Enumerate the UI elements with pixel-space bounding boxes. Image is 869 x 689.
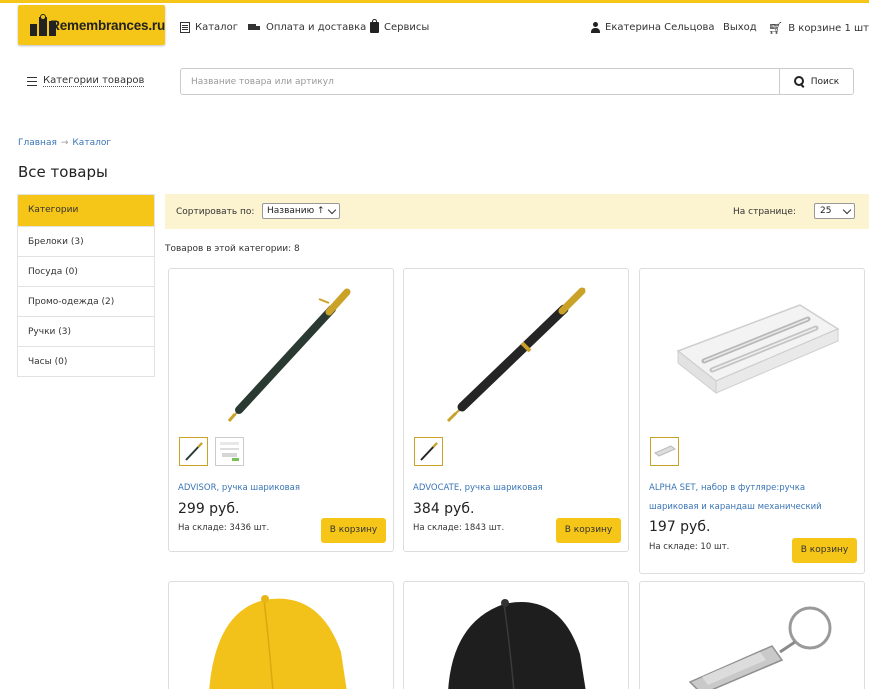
thumbnail[interactable] [650, 437, 679, 466]
search-input[interactable] [181, 69, 779, 94]
product-stock: На складе: 1843 шт. [413, 523, 505, 533]
truck-icon [248, 23, 261, 32]
search-bar: Поиск [180, 68, 854, 95]
bag-icon [370, 19, 379, 33]
add-to-cart-button[interactable]: В корзину [792, 538, 857, 563]
breadcrumb-current[interactable]: Каталог [72, 138, 111, 148]
product-image[interactable] [169, 269, 395, 429]
search-button-label: Поиск [810, 76, 840, 87]
thumbnail[interactable] [215, 437, 244, 466]
product-price: 299 руб. [178, 501, 240, 517]
nav-delivery-label: Оплата и доставка [266, 22, 367, 33]
product-card [403, 581, 629, 689]
product-stock: На складе: 3436 шт. [178, 523, 270, 533]
sort-bar: Сортировать по: Названию ↑ На странице: … [165, 194, 869, 229]
logo-text: Remembrances.ru [50, 17, 165, 33]
thumbnail[interactable] [414, 437, 443, 466]
product-card [639, 581, 865, 689]
product-card: ADVOCATE, ручка шариковая 384 руб. На ск… [403, 268, 629, 552]
per-page-label: На странице: [733, 207, 796, 217]
product-name-link[interactable]: ALPHA SET, набор в футляре:ручка шариков… [649, 479, 822, 517]
sidebar-item-pens[interactable]: Ручки (3) [18, 316, 154, 346]
nav-catalog-label: Каталог [195, 22, 238, 33]
logout-label: Выход [723, 22, 757, 33]
thumbnail-strip [179, 437, 251, 466]
top-accent-line [0, 0, 869, 3]
cart-icon: 🛒︎ [768, 21, 784, 35]
user-name: Екатерина Сельцова [605, 22, 715, 33]
site-logo[interactable]: Remembrances.ru [18, 5, 165, 45]
thumbnail-strip [414, 437, 450, 466]
chevron-down-icon [842, 205, 852, 215]
list-icon [27, 76, 37, 86]
nav-user[interactable]: Екатерина Сельцова [591, 22, 715, 33]
nav-catalog[interactable]: Каталог [180, 22, 238, 33]
nav-services[interactable]: Сервисы [370, 19, 430, 33]
product-price: 197 руб. [649, 519, 711, 535]
chevron-down-icon [327, 205, 337, 215]
categories-toggle-label: Категории товаров [43, 75, 145, 87]
product-image[interactable] [404, 269, 630, 429]
breadcrumb-separator: → [60, 138, 69, 148]
category-count: Товаров в этой категории: 8 [165, 244, 300, 254]
nav-delivery[interactable]: Оплата и доставка [248, 22, 366, 33]
sidebar-item-watches[interactable]: Часы (0) [18, 346, 154, 376]
product-name-line: ALPHA SET, набор в футляре:ручка [649, 483, 806, 493]
add-to-cart-button[interactable]: В корзину [321, 518, 386, 543]
product-stock: На складе: 10 шт. [649, 542, 730, 552]
product-image[interactable] [404, 582, 630, 689]
product-price: 384 руб. [413, 501, 475, 517]
product-name-line: шариковая и карандаш механический [649, 502, 822, 512]
nav-services-label: Сервисы [384, 22, 430, 33]
catalog-icon [180, 22, 190, 33]
breadcrumb-home[interactable]: Главная [18, 138, 57, 148]
product-image[interactable] [640, 269, 866, 429]
add-to-cart-button[interactable]: В корзину [556, 518, 621, 543]
sort-selected-value: Названию ↑ [267, 206, 325, 216]
sort-select[interactable]: Названию ↑ [262, 203, 340, 219]
product-image[interactable] [640, 582, 866, 689]
categories-toggle[interactable]: Категории товаров [27, 75, 145, 87]
page-title: Все товары [18, 163, 108, 181]
product-image[interactable] [169, 582, 395, 689]
search-button[interactable]: Поиск [779, 69, 853, 94]
sidebar-header[interactable]: Категории [18, 195, 154, 226]
breadcrumb: Главная → Каталог [18, 138, 111, 148]
sidebar-item-promo-clothing[interactable]: Промо-одежда (2) [18, 286, 154, 316]
product-card [168, 581, 394, 689]
sidebar-item-keychains[interactable]: Брелоки (3) [18, 226, 154, 256]
cart-link[interactable]: 🛒︎ В корзине 1 шт. [768, 22, 869, 34]
category-sidebar: Категории Брелоки (3) Посуда (0) Промо-о… [17, 194, 155, 377]
product-name-link[interactable]: ADVISOR, ручка шариковая [178, 479, 300, 498]
logo-icon [30, 14, 56, 36]
per-page-select[interactable]: 25 [814, 203, 855, 219]
search-icon [793, 76, 805, 87]
product-name-link[interactable]: ADVOCATE, ручка шариковая [413, 479, 543, 498]
product-card: ADVISOR, ручка шариковая 299 руб. На скл… [168, 268, 394, 552]
thumbnail[interactable] [179, 437, 208, 466]
product-card: ALPHA SET, набор в футляре:ручка шариков… [639, 268, 865, 574]
sidebar-item-dishes[interactable]: Посуда (0) [18, 256, 154, 286]
user-icon [591, 22, 600, 33]
per-page-value: 25 [820, 206, 832, 216]
cart-label: В корзине 1 шт. [788, 22, 869, 34]
sort-label: Сортировать по: [176, 207, 255, 217]
thumbnail-strip [650, 437, 686, 466]
logout-link[interactable]: Выход [723, 22, 757, 33]
